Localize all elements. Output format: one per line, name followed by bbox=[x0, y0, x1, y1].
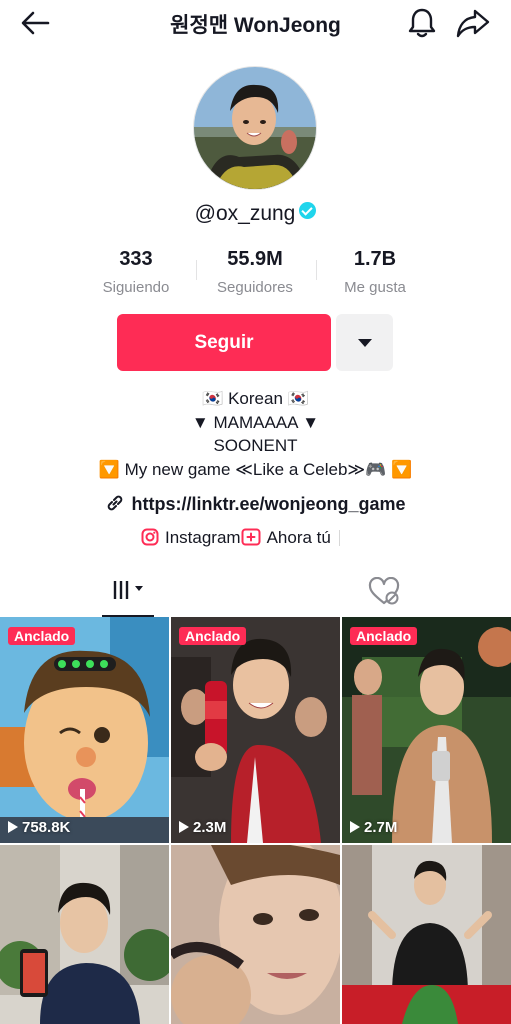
view-count-text: 2.3M bbox=[193, 819, 227, 836]
share-icon[interactable] bbox=[455, 5, 491, 41]
instagram-label: Instagram bbox=[165, 527, 241, 547]
avatar[interactable] bbox=[193, 66, 317, 190]
verified-badge-icon bbox=[299, 202, 317, 219]
hidden-heart-icon bbox=[368, 576, 400, 605]
video-thumbnail[interactable] bbox=[342, 845, 511, 1024]
bell-icon[interactable] bbox=[404, 5, 440, 41]
grid-icon bbox=[113, 581, 143, 599]
video-thumbnail[interactable]: Anclado 2.7M bbox=[342, 617, 511, 843]
content-tabs bbox=[0, 571, 511, 617]
divider bbox=[338, 529, 340, 546]
view-count-text: 2.7M bbox=[364, 819, 398, 836]
video-thumbnail[interactable] bbox=[171, 845, 340, 1024]
following-count: 333 bbox=[119, 248, 153, 270]
link-icon bbox=[108, 495, 123, 511]
stat-following[interactable]: 333 Siguiendo bbox=[76, 248, 196, 296]
likes-count: 1.7B bbox=[353, 248, 397, 270]
view-count-text: 758.8K bbox=[22, 819, 71, 836]
profile-stats: 333 Siguiendo 55.9M Seguidores 1.7B Me g… bbox=[76, 248, 436, 300]
bio-line: ▼ MAMAAAA ▼ bbox=[191, 412, 320, 432]
bio: 🇰🇷 Korean 🇰🇷 ▼ MAMAAAA ▼ SOONENT 🔽 My ne… bbox=[0, 387, 511, 481]
username: @ox_zung bbox=[194, 202, 296, 225]
instagram-link[interactable]: Instagram bbox=[141, 528, 241, 548]
pinned-badge: Anclado bbox=[8, 627, 76, 645]
following-label: Siguiendo bbox=[102, 279, 170, 296]
video-thumbnail[interactable]: Anclado 758.8K bbox=[0, 617, 169, 843]
stat-followers[interactable]: 55.9M Seguidores bbox=[195, 248, 315, 296]
tab-videos[interactable] bbox=[102, 571, 154, 617]
view-count: 2.3M bbox=[179, 819, 226, 836]
followers-label: Seguidores bbox=[217, 279, 293, 296]
video-grid: Anclado 758.8K Anclado 2.3M Anclado 2.7M bbox=[0, 617, 511, 1024]
bio-line: 🇰🇷 Korean 🇰🇷 bbox=[202, 389, 309, 408]
likes-label: Me gusta bbox=[344, 279, 406, 296]
video-thumbnail[interactable] bbox=[0, 845, 169, 1024]
instagram-icon bbox=[141, 528, 159, 546]
play-icon bbox=[8, 821, 18, 833]
add-content-icon bbox=[241, 528, 261, 546]
now-you-label: Ahora tú bbox=[266, 527, 331, 547]
now-you-link[interactable]: Ahora tú bbox=[241, 528, 331, 548]
pinned-badge: Anclado bbox=[350, 627, 418, 645]
pinned-badge: Anclado bbox=[179, 627, 247, 645]
bio-line: 🔽 My new game ≪Like a Celeb≫🎮 🔽 bbox=[98, 459, 413, 479]
view-count: 758.8K bbox=[8, 819, 70, 836]
suggested-accounts-button[interactable] bbox=[336, 314, 393, 371]
play-icon bbox=[350, 821, 360, 833]
tab-liked[interactable] bbox=[366, 576, 402, 607]
profile-link[interactable]: https://linktr.ee/wonjeong_game bbox=[0, 493, 511, 515]
view-count: 2.7M bbox=[350, 819, 397, 836]
caret-down-icon bbox=[358, 339, 372, 347]
follow-button[interactable]: Seguir bbox=[117, 314, 331, 371]
link-url: https://linktr.ee/wonjeong_game bbox=[131, 494, 406, 514]
social-links: Instagram Ahora tú bbox=[141, 527, 340, 551]
username-row: @ox_zung bbox=[0, 202, 511, 226]
play-icon bbox=[179, 821, 189, 833]
top-bar: 원정맨 WonJeong bbox=[0, 0, 511, 48]
followers-count: 55.9M bbox=[227, 248, 283, 270]
bio-line: SOONENT bbox=[213, 436, 298, 455]
video-thumbnail[interactable]: Anclado 2.3M bbox=[171, 617, 340, 843]
stat-likes: 1.7B Me gusta bbox=[315, 248, 435, 296]
